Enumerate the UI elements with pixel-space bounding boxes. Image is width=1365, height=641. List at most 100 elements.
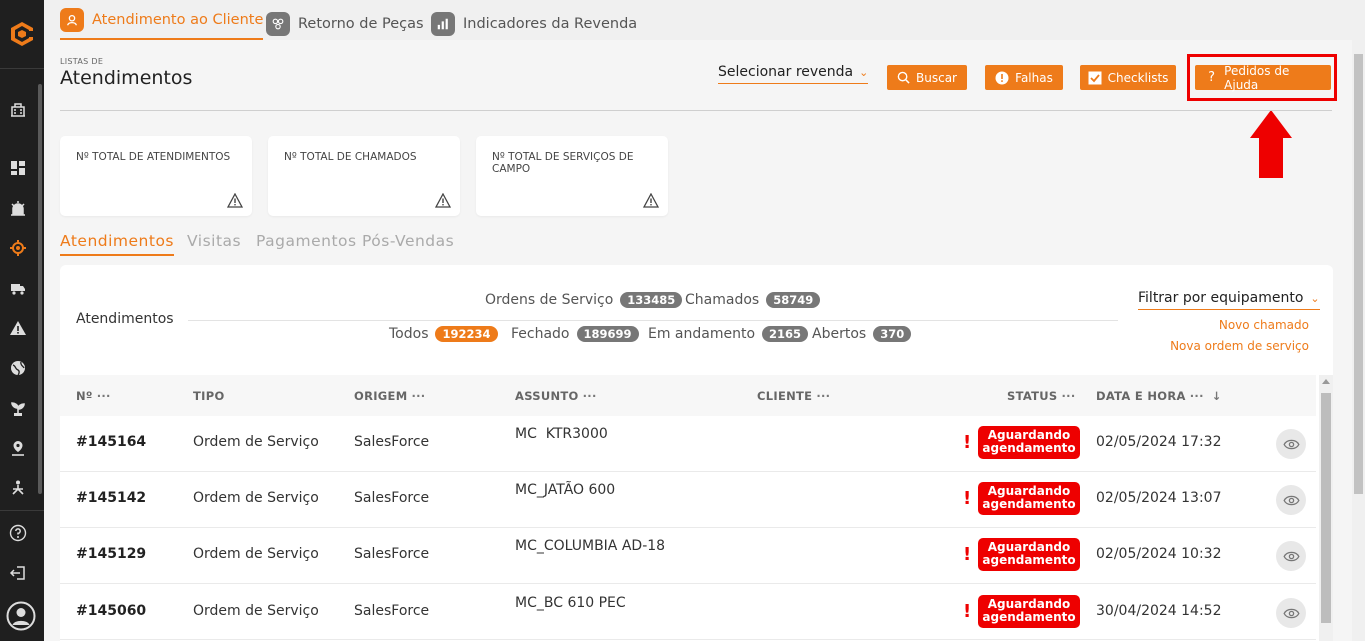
more-icon[interactable]: ··· bbox=[97, 389, 111, 403]
status-line1: Aguardando bbox=[987, 597, 1071, 611]
more-icon[interactable]: ··· bbox=[1062, 389, 1076, 403]
col-label: CLIENTE bbox=[757, 389, 813, 403]
status-badge: Aguardando agendamento bbox=[978, 482, 1080, 515]
more-icon[interactable]: ··· bbox=[583, 389, 597, 403]
subtab-atendimentos[interactable]: Atendimentos bbox=[60, 232, 175, 256]
table-row[interactable]: #145129 Ordem de Serviço SalesForce MC_C… bbox=[60, 528, 1316, 584]
col-status[interactable]: STATUS ··· bbox=[1007, 389, 1076, 403]
alarm-icon[interactable] bbox=[8, 198, 28, 218]
stat-todos[interactable]: Todos 192234 bbox=[389, 326, 498, 342]
col-label: DATA E HORA bbox=[1096, 389, 1186, 403]
help-icon[interactable] bbox=[8, 523, 28, 543]
buscar-button[interactable]: Buscar bbox=[887, 65, 967, 90]
more-icon[interactable]: ··· bbox=[816, 389, 830, 403]
table-row[interactable]: #145164 Ordem de Serviço SalesForce MC K… bbox=[60, 416, 1316, 472]
table-row[interactable]: #145060 Ordem de Serviço SalesForce MC_B… bbox=[60, 584, 1316, 640]
col-assunto[interactable]: ASSUNTO ··· bbox=[515, 389, 597, 403]
tab-atendimento-cliente[interactable]: Atendimento ao Cliente bbox=[60, 7, 264, 40]
count-badge: 133485 bbox=[620, 292, 683, 308]
count-badge: 370 bbox=[873, 326, 912, 342]
filtrar-label: Filtrar por equipamento bbox=[1138, 290, 1304, 306]
page-scrollbar-thumb[interactable] bbox=[1354, 54, 1363, 494]
stat-ordens-servico[interactable]: Ordens de Serviço 133485 bbox=[485, 292, 683, 308]
col-origem[interactable]: ORIGEM ··· bbox=[354, 389, 425, 403]
panel-title: Atendimentos bbox=[76, 311, 174, 327]
sidebar-scrollbar[interactable] bbox=[38, 84, 42, 494]
cell-origem: SalesForce bbox=[354, 603, 430, 619]
page-scrollbar[interactable] bbox=[1352, 40, 1365, 641]
checkbox-icon bbox=[1088, 71, 1102, 85]
more-icon[interactable]: ··· bbox=[411, 389, 425, 403]
network-icon[interactable] bbox=[8, 478, 28, 498]
status-line1: Aguardando bbox=[987, 484, 1071, 498]
sidebar-divider-bottom bbox=[0, 510, 44, 511]
search-icon bbox=[897, 71, 910, 85]
col-numero[interactable]: Nº ··· bbox=[76, 389, 111, 403]
col-cliente[interactable]: CLIENTE ··· bbox=[757, 389, 830, 403]
eye-icon[interactable] bbox=[1276, 598, 1306, 628]
cell-numero: #145142 bbox=[76, 490, 147, 506]
col-label: TIPO bbox=[193, 389, 225, 403]
eye-icon[interactable] bbox=[1276, 541, 1306, 571]
scrollbar-thumb[interactable] bbox=[1321, 393, 1331, 623]
truck-icon[interactable] bbox=[8, 278, 28, 298]
logout-icon[interactable] bbox=[8, 563, 28, 583]
service-gear-icon[interactable] bbox=[4, 232, 34, 262]
atendimentos-panel: Atendimentos Ordens de Serviço 133485 Ch… bbox=[60, 265, 1333, 641]
scroll-up-icon[interactable] bbox=[1322, 379, 1330, 384]
parts-icon bbox=[266, 11, 290, 36]
tab-label: Indicadores da Revenda bbox=[463, 15, 638, 32]
chart-icon bbox=[431, 11, 455, 36]
falhas-button[interactable]: Falhas bbox=[985, 65, 1063, 90]
stat-fechado[interactable]: Fechado 189699 bbox=[511, 326, 639, 342]
cell-assunto: MC_BC 610 PEC bbox=[515, 595, 626, 611]
nova-ordem-servico-link[interactable]: Nova ordem de serviço bbox=[1170, 339, 1309, 353]
support-icon bbox=[60, 7, 84, 32]
warning-icon[interactable] bbox=[8, 318, 28, 338]
cell-data-hora: 02/05/2024 13:07 bbox=[1096, 490, 1222, 506]
sort-down-icon[interactable]: ↓ bbox=[1212, 389, 1222, 403]
stat-abertos[interactable]: Abertos 370 bbox=[812, 326, 912, 342]
status-line2: agendamento bbox=[982, 553, 1076, 567]
header-divider bbox=[60, 110, 1332, 111]
table-row[interactable]: #145142 Ordem de Serviço SalesForce MC_J… bbox=[60, 472, 1316, 528]
dashboard-icon[interactable] bbox=[8, 158, 28, 178]
card-label: Nº TOTAL DE SERVIÇOS DE CAMPO bbox=[492, 151, 634, 175]
stat-chamados[interactable]: Chamados 58749 bbox=[685, 292, 821, 308]
col-data-hora[interactable]: DATA E HORA ··· ↓ bbox=[1096, 389, 1222, 403]
cell-data-hora: 02/05/2024 10:32 bbox=[1096, 546, 1222, 562]
filtrar-equipamento-dropdown[interactable]: Filtrar por equipamento ⌄ bbox=[1138, 290, 1320, 310]
cell-origem: SalesForce bbox=[354, 490, 430, 506]
table-scrollbar[interactable] bbox=[1319, 375, 1333, 641]
alert-exclamation-icon: ! bbox=[963, 488, 972, 509]
alert-exclamation-icon: ! bbox=[963, 601, 972, 622]
status-badge: Aguardando agendamento bbox=[978, 538, 1080, 571]
novo-chamado-link[interactable]: Novo chamado bbox=[1219, 318, 1309, 332]
plant-icon[interactable] bbox=[8, 398, 28, 418]
stat-label: Chamados bbox=[685, 292, 760, 308]
status-line2: agendamento bbox=[982, 610, 1076, 624]
col-tipo[interactable]: TIPO bbox=[193, 389, 225, 403]
eye-icon[interactable] bbox=[1276, 429, 1306, 459]
stat-em-andamento[interactable]: Em andamento 2165 bbox=[648, 326, 809, 342]
top-navigation: Atendimento ao Cliente Retorno de Peças … bbox=[44, 0, 1365, 40]
subtab-visitas[interactable]: Visitas bbox=[187, 232, 241, 250]
tab-label: Atendimento ao Cliente bbox=[92, 11, 264, 28]
building-icon[interactable] bbox=[8, 99, 28, 119]
arrow-up-icon bbox=[1250, 110, 1292, 178]
avatar[interactable] bbox=[6, 601, 36, 631]
checklists-button[interactable]: Checklists bbox=[1080, 65, 1176, 90]
chevron-down-icon: ⌄ bbox=[859, 65, 869, 79]
count-badge: 189699 bbox=[576, 326, 639, 342]
select-revenda-dropdown[interactable]: Selecionar revenda ⌄ bbox=[718, 64, 869, 84]
col-label: Nº bbox=[76, 389, 93, 403]
globe-icon[interactable] bbox=[8, 358, 28, 378]
location-icon[interactable] bbox=[8, 438, 28, 458]
cell-tipo: Ordem de Serviço bbox=[193, 546, 319, 562]
subtab-pagamentos-pos-vendas[interactable]: Pagamentos Pós-Vendas bbox=[256, 232, 454, 250]
tab-indicadores-revenda[interactable]: Indicadores da Revenda bbox=[431, 7, 637, 40]
tab-retorno-pecas[interactable]: Retorno de Peças bbox=[266, 7, 424, 40]
more-icon[interactable]: ··· bbox=[1190, 389, 1204, 403]
eye-icon[interactable] bbox=[1276, 485, 1306, 515]
stat-label: Ordens de Serviço bbox=[485, 292, 614, 308]
